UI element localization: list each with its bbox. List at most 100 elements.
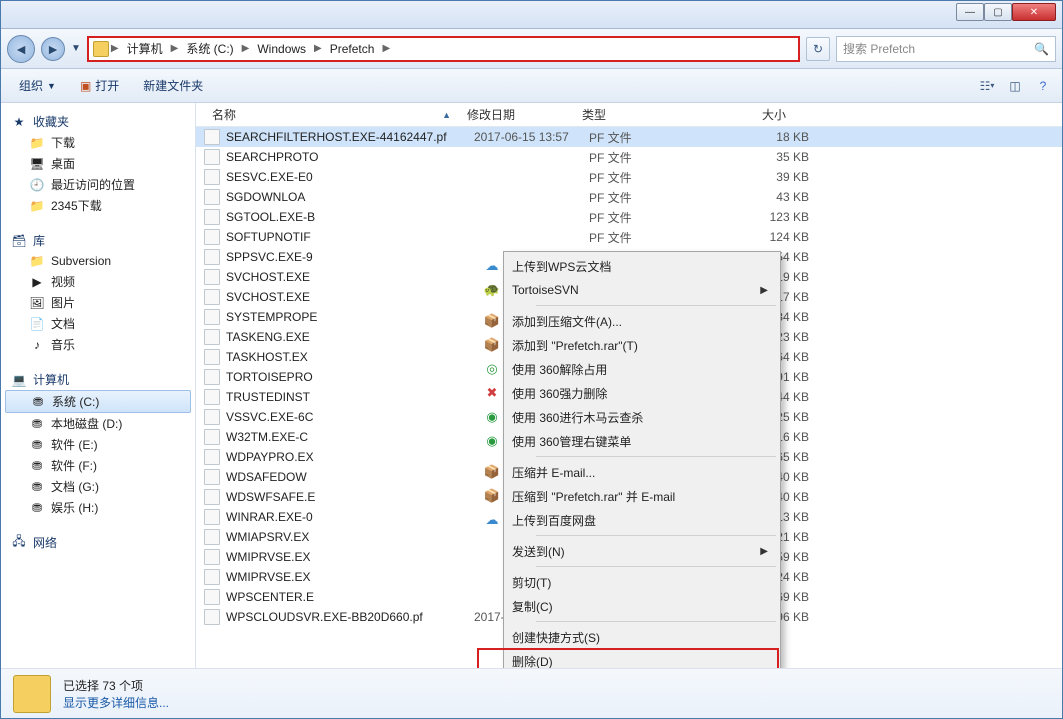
nav-network-header[interactable]: 🖧网络 [1, 532, 195, 553]
nav-item[interactable]: ⛃ 系统 (C:) [5, 390, 191, 413]
nav-item[interactable]: ⛃软件 (E:) [1, 434, 195, 455]
file-name: SOFTUPNOTIF [226, 230, 474, 244]
file-row[interactable]: SEARCHFILTERHOST.EXE-44162447.pf2017-06-… [196, 127, 1062, 147]
breadcrumb-prefetch[interactable]: Prefetch [324, 40, 381, 58]
context-menu-item[interactable]: ☁上传到百度网盘 [478, 508, 778, 532]
drive-icon: ⛃ [30, 394, 46, 410]
breadcrumb-c-drive[interactable]: 系统 (C:) [180, 38, 239, 59]
file-icon [204, 549, 220, 565]
nav-computer-header[interactable]: 💻计算机 [1, 369, 195, 390]
context-menu-item[interactable]: 删除(D) [478, 649, 778, 668]
context-menu-item[interactable]: 📦压缩到 "Prefetch.rar" 并 E-mail [478, 484, 778, 508]
file-size: 124 KB [709, 230, 809, 244]
nav-item[interactable]: ⛃文档 (G:) [1, 476, 195, 497]
file-row[interactable]: SOFTUPNOTIF PF 文件124 KB [196, 227, 1062, 247]
file-row[interactable]: SGDOWNLOAPF 文件43 KB [196, 187, 1062, 207]
file-icon [204, 169, 220, 185]
nav-item[interactable]: ▶视频 [1, 271, 195, 292]
nav-item-label: 桌面 [51, 155, 75, 172]
minimize-button[interactable]: — [956, 3, 984, 21]
new-folder-button[interactable]: 新建文件夹 [133, 73, 213, 98]
chevron-right-icon[interactable]: ▶ [171, 43, 179, 54]
chevron-right-icon[interactable]: ▶ [111, 43, 119, 54]
nav-item[interactable]: 📄文档 [1, 313, 195, 334]
context-menu-item[interactable]: 剪切(T) [478, 570, 778, 594]
nav-item[interactable]: 📁Subversion [1, 251, 195, 271]
context-menu-item[interactable]: 发送到(N)▶ [478, 539, 778, 563]
search-input[interactable]: 搜索 Prefetch 🔍 [836, 36, 1056, 62]
file-size: 43 KB [709, 190, 809, 204]
sort-ascending-icon: ▲ [442, 110, 451, 120]
preview-pane-button[interactable]: ◫ [1004, 75, 1026, 97]
drive-icon: ⛃ [29, 416, 45, 432]
column-size[interactable]: 大小 [694, 106, 794, 123]
back-button[interactable]: ◄ [7, 35, 35, 63]
file-row[interactable]: SESVC.EXE-E0PF 文件39 KB [196, 167, 1062, 187]
address-bar[interactable]: ▶ 计算机 ▶ 系统 (C:) ▶ Windows ▶ Prefetch ▶ [87, 36, 800, 62]
file-row[interactable]: SGTOOL.EXE-BPF 文件123 KB [196, 207, 1062, 227]
nav-item[interactable]: 🖼图片 [1, 292, 195, 313]
context-menu-item[interactable]: ◉使用 360管理右键菜单 [478, 429, 778, 453]
nav-item[interactable]: 🖥桌面 [1, 153, 195, 174]
chevron-right-icon[interactable]: ▶ [382, 43, 390, 54]
file-name: SVCHOST.EXE [226, 270, 474, 284]
context-menu-item[interactable]: ◉使用 360进行木马云查杀 [478, 405, 778, 429]
context-menu-item[interactable]: ☁上传到WPS云文档 [478, 254, 778, 278]
context-menu-item[interactable]: 复制(C) [478, 594, 778, 618]
forward-button[interactable]: ► [41, 37, 65, 61]
nav-favorites-header[interactable]: ★收藏夹 [1, 111, 195, 132]
context-menu-item[interactable]: 🐢TortoiseSVN▶ [478, 278, 778, 302]
context-menu-item[interactable]: 📦添加到 "Prefetch.rar"(T) [478, 333, 778, 357]
file-name: WPSCLOUDSVR.EXE-BB20D660.pf [226, 610, 474, 624]
file-icon [204, 149, 220, 165]
navigation-pane[interactable]: ★收藏夹 📁下载🖥桌面🕘最近访问的位置📁2345下载 🗃库 📁Subversio… [1, 103, 196, 668]
nav-item[interactable]: 🕘最近访问的位置 [1, 174, 195, 195]
file-icon [204, 569, 220, 585]
menu-item-label: 添加到 "Prefetch.rar"(T) [512, 337, 638, 354]
open-button[interactable]: ▣ 打开 [70, 73, 129, 98]
file-icon [204, 409, 220, 425]
nav-item[interactable]: ⛃本地磁盘 (D:) [1, 413, 195, 434]
file-name: SESVC.EXE-E0 [226, 170, 474, 184]
maximize-button[interactable]: ▢ [984, 3, 1012, 21]
context-menu-item[interactable]: 创建快捷方式(S) [478, 625, 778, 649]
help-button[interactable]: ? [1032, 75, 1054, 97]
network-icon: 🖧 [11, 535, 27, 551]
breadcrumb-computer[interactable]: 计算机 [121, 38, 169, 59]
menu-item-icon: 📦 [482, 462, 502, 482]
column-name[interactable]: 名称▲ [204, 106, 459, 123]
organize-button[interactable]: 组织 ▼ [9, 73, 66, 98]
nav-item-label: 系统 (C:) [52, 393, 99, 410]
refresh-button[interactable]: ↻ [806, 37, 830, 61]
context-menu-item[interactable]: 📦添加到压缩文件(A)... [478, 309, 778, 333]
view-options-button[interactable]: ☷ ▾ [976, 75, 998, 97]
menu-item-label: 使用 360强力删除 [512, 385, 607, 402]
context-menu-item[interactable]: ◎使用 360解除占用 [478, 357, 778, 381]
nav-item-label: 图片 [51, 294, 75, 311]
column-date[interactable]: 修改日期 [459, 106, 574, 123]
history-dropdown-icon[interactable]: ▼ [71, 43, 81, 54]
file-name: W32TM.EXE-C [226, 430, 474, 444]
file-size: 39 KB [709, 170, 809, 184]
nav-item[interactable]: ⛃娱乐 (H:) [1, 497, 195, 518]
nav-item[interactable]: ⛃软件 (F:) [1, 455, 195, 476]
nav-item[interactable]: 📁下载 [1, 132, 195, 153]
file-row[interactable]: SEARCHPROTOPF 文件35 KB [196, 147, 1062, 167]
nav-item[interactable]: 📁2345下载 [1, 195, 195, 216]
file-name: SYSTEMPROPE [226, 310, 474, 324]
context-menu-item[interactable]: 📦压缩并 E-mail... [478, 460, 778, 484]
status-details-link[interactable]: 显示更多详细信息... [63, 694, 169, 711]
context-menu-item[interactable]: ✖使用 360强力删除 [478, 381, 778, 405]
close-button[interactable]: ✕ [1012, 3, 1056, 21]
nav-libraries-header[interactable]: 🗃库 [1, 230, 195, 251]
file-icon [204, 349, 220, 365]
column-type[interactable]: 类型 [574, 106, 694, 123]
chevron-right-icon[interactable]: ▶ [314, 43, 322, 54]
file-name: SEARCHPROTO [226, 150, 474, 164]
file-type: PF 文件 [589, 229, 709, 246]
chevron-right-icon[interactable]: ▶ [242, 43, 250, 54]
nav-item[interactable]: ♪音乐 [1, 334, 195, 355]
breadcrumb-windows[interactable]: Windows [251, 40, 312, 58]
search-icon[interactable]: 🔍 [1034, 42, 1049, 56]
folder-icon [93, 41, 109, 57]
